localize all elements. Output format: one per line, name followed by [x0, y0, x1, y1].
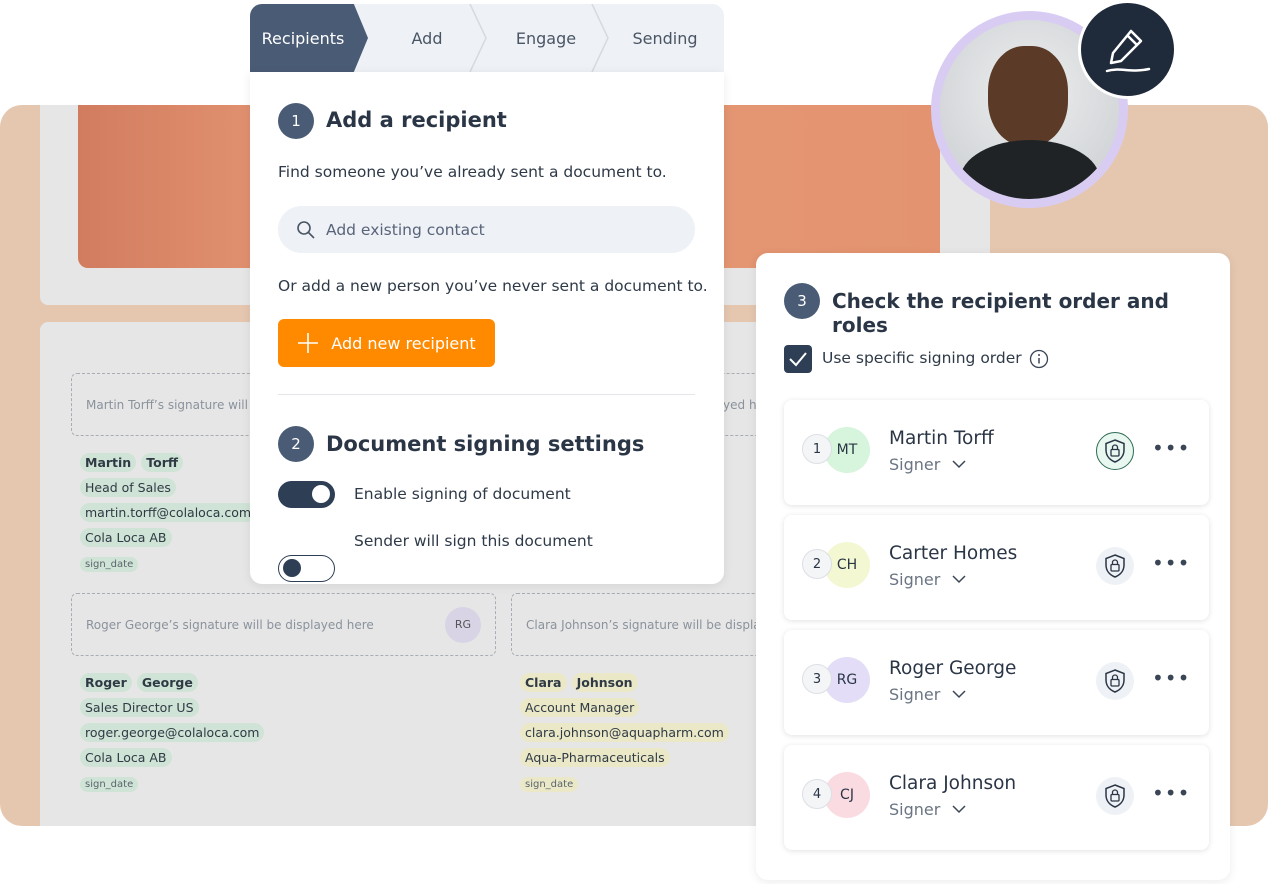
divider [278, 394, 695, 395]
recipient-order-panel: 3 Check the recipient order and roles Us… [756, 253, 1230, 880]
check-icon [789, 352, 807, 367]
signer-fields: Roger George Sales Director US roger.geo… [80, 672, 265, 797]
plus-icon [298, 333, 319, 353]
role-dropdown[interactable]: Signer [889, 800, 966, 819]
order-badge: 2 [802, 549, 832, 579]
order-badge: 3 [802, 664, 832, 694]
more-options-icon[interactable]: ••• [1152, 666, 1190, 690]
role-dropdown[interactable]: Signer [889, 685, 966, 704]
recipient-card[interactable]: 3 RG Roger George Signer ••• [784, 630, 1209, 735]
recipient-name: Clara Johnson [889, 773, 1017, 794]
sender-sign-toggle[interactable] [278, 555, 335, 582]
chevron-divider [591, 4, 609, 72]
signer-fields: Martin Torff Head of Sales martin.torff@… [80, 452, 257, 577]
signer-fields: Clara Johnson Account Manager clara.john… [520, 672, 729, 797]
chevron-divider [469, 4, 487, 72]
chevron-down-icon [952, 460, 966, 469]
access-lock-button[interactable] [1096, 432, 1134, 470]
more-options-icon[interactable]: ••• [1152, 436, 1190, 460]
signature-placeholder[interactable]: Clara Johnson’s signature will be displa… [511, 593, 771, 656]
shield-lock-icon [1105, 784, 1125, 808]
access-lock-button[interactable] [1096, 662, 1134, 700]
recipient-name: Roger George [889, 658, 1017, 679]
step-number: 3 [784, 283, 820, 319]
add-recipient-panel: 1 Add a recipient Find someone you’ve al… [250, 72, 724, 584]
description: Or add a new person you’ve never sent a … [278, 277, 708, 295]
order-badge: 1 [802, 434, 832, 464]
search-icon [297, 220, 315, 239]
toggle-label: Enable signing of document [354, 485, 571, 503]
shield-lock-icon [1105, 554, 1125, 578]
step-number: 2 [278, 426, 314, 462]
step-sending[interactable]: Sending [606, 4, 724, 72]
order-badge: 4 [802, 779, 832, 809]
shield-lock-icon [1105, 669, 1125, 693]
section-title: Add a recipient [326, 108, 507, 132]
recipient-name: Martin Torff [889, 428, 994, 449]
search-input[interactable]: Add existing contact [278, 206, 695, 253]
info-icon[interactable] [1029, 349, 1049, 369]
chevron-down-icon [952, 575, 966, 584]
toggle-label: Sender will sign this document [354, 532, 593, 550]
avatar: RG [445, 606, 481, 643]
recipient-name: Carter Homes [889, 543, 1018, 564]
step-recipients[interactable]: Recipients [250, 4, 368, 72]
stepper: Recipients Add Engage Sending [250, 4, 724, 72]
chevron-down-icon [952, 805, 966, 814]
signature-placeholder[interactable]: Roger George’s signature will be display… [71, 593, 496, 656]
section-title: Check the recipient order and roles [832, 289, 1169, 337]
step-engage[interactable]: Engage [486, 4, 606, 72]
add-new-recipient-button[interactable]: Add new recipient [278, 319, 495, 367]
signing-order-checkbox[interactable] [784, 345, 812, 373]
signature-pen-button[interactable] [1078, 0, 1177, 99]
chevron-down-icon [952, 690, 966, 699]
role-dropdown[interactable]: Signer [889, 455, 966, 474]
shield-lock-icon [1105, 439, 1125, 463]
more-options-icon[interactable]: ••• [1152, 781, 1190, 805]
pen-icon [1105, 29, 1151, 73]
recipient-card[interactable]: 2 CH Carter Homes Signer ••• [784, 515, 1209, 620]
recipient-card[interactable]: 4 CJ Clara Johnson Signer ••• [784, 745, 1209, 850]
section-title: Document signing settings [326, 432, 645, 456]
checkbox-label: Use specific signing order [822, 349, 1022, 367]
description: Find someone you’ve already sent a docum… [278, 163, 667, 181]
access-lock-button[interactable] [1096, 777, 1134, 815]
recipient-card[interactable]: 1 MT Martin Torff Signer ••• [784, 400, 1209, 505]
step-number: 1 [278, 103, 314, 139]
more-options-icon[interactable]: ••• [1152, 551, 1190, 575]
role-dropdown[interactable]: Signer [889, 570, 966, 589]
access-lock-button[interactable] [1096, 547, 1134, 585]
enable-signing-toggle[interactable] [278, 481, 335, 508]
